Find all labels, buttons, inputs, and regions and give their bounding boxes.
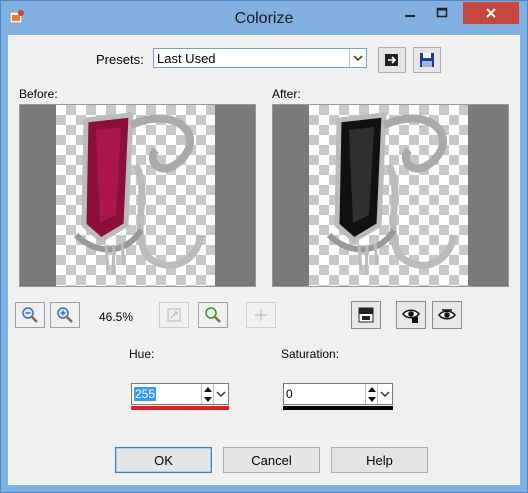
presets-label: Presets:: [96, 52, 144, 67]
zoom-fit-icon: [205, 307, 221, 323]
hue-label: Hue:: [129, 347, 155, 361]
dialog-body: Presets: Last Used Before: After: 46.5% …: [8, 35, 520, 485]
show-previews-icon: [358, 307, 374, 323]
zoom-fit-button[interactable]: [198, 302, 228, 328]
hue-value[interactable]: 255: [134, 387, 157, 401]
actual-size-icon: [167, 308, 181, 322]
hue-color-bar: [131, 406, 229, 410]
pan-button[interactable]: [246, 302, 276, 328]
zoom-level: 46.5%: [99, 310, 134, 324]
maximize-icon: [436, 7, 448, 18]
zoom-in-icon: [57, 307, 73, 323]
help-button[interactable]: Help: [331, 447, 428, 473]
save-preset-button[interactable]: [413, 47, 441, 73]
saturation-label: Saturation:: [281, 347, 340, 361]
actual-size-button[interactable]: [159, 302, 189, 328]
reset-preset-button[interactable]: [378, 47, 406, 73]
after-label: After:: [272, 87, 301, 101]
saturation-value[interactable]: 0: [286, 387, 293, 401]
auto-proof-icon: [438, 309, 456, 320]
ok-button[interactable]: OK: [115, 447, 212, 473]
zoom-out-icon: [22, 307, 38, 323]
close-icon: [486, 8, 496, 18]
proof-button[interactable]: [396, 301, 426, 329]
cancel-button[interactable]: Cancel: [223, 447, 320, 473]
zoom-in-button[interactable]: [50, 302, 80, 328]
chevron-down-icon[interactable]: [349, 49, 366, 67]
proof-icon: [402, 309, 420, 323]
title-bar[interactable]: Colorize: [1, 1, 527, 35]
before-label: Before:: [19, 87, 58, 101]
before-image: [73, 112, 205, 276]
auto-proof-button[interactable]: [432, 301, 462, 329]
minimize-icon: [405, 15, 415, 17]
chevron-down-icon[interactable]: [377, 384, 392, 404]
after-image: [326, 112, 458, 276]
reset-preset-icon: [385, 54, 398, 66]
close-button[interactable]: [463, 2, 519, 24]
pan-icon: [255, 309, 267, 321]
hue-spinner[interactable]: 255: [131, 383, 229, 405]
presets-dropdown[interactable]: Last Used: [153, 48, 367, 68]
colorize-dialog: Colorize Presets: Last Used Before: Afte…: [0, 0, 528, 493]
presets-value: Last Used: [157, 51, 216, 66]
saturation-color-bar: [283, 406, 393, 410]
after-preview[interactable]: [272, 104, 509, 287]
zoom-out-button[interactable]: [15, 302, 45, 328]
show-previews-button[interactable]: [351, 301, 381, 329]
maximize-button[interactable]: [428, 2, 456, 24]
minimize-button[interactable]: [396, 2, 424, 24]
before-preview[interactable]: [19, 104, 256, 287]
save-preset-icon: [420, 53, 434, 67]
saturation-spinner[interactable]: 0: [283, 383, 393, 405]
chevron-down-icon[interactable]: [213, 384, 228, 404]
